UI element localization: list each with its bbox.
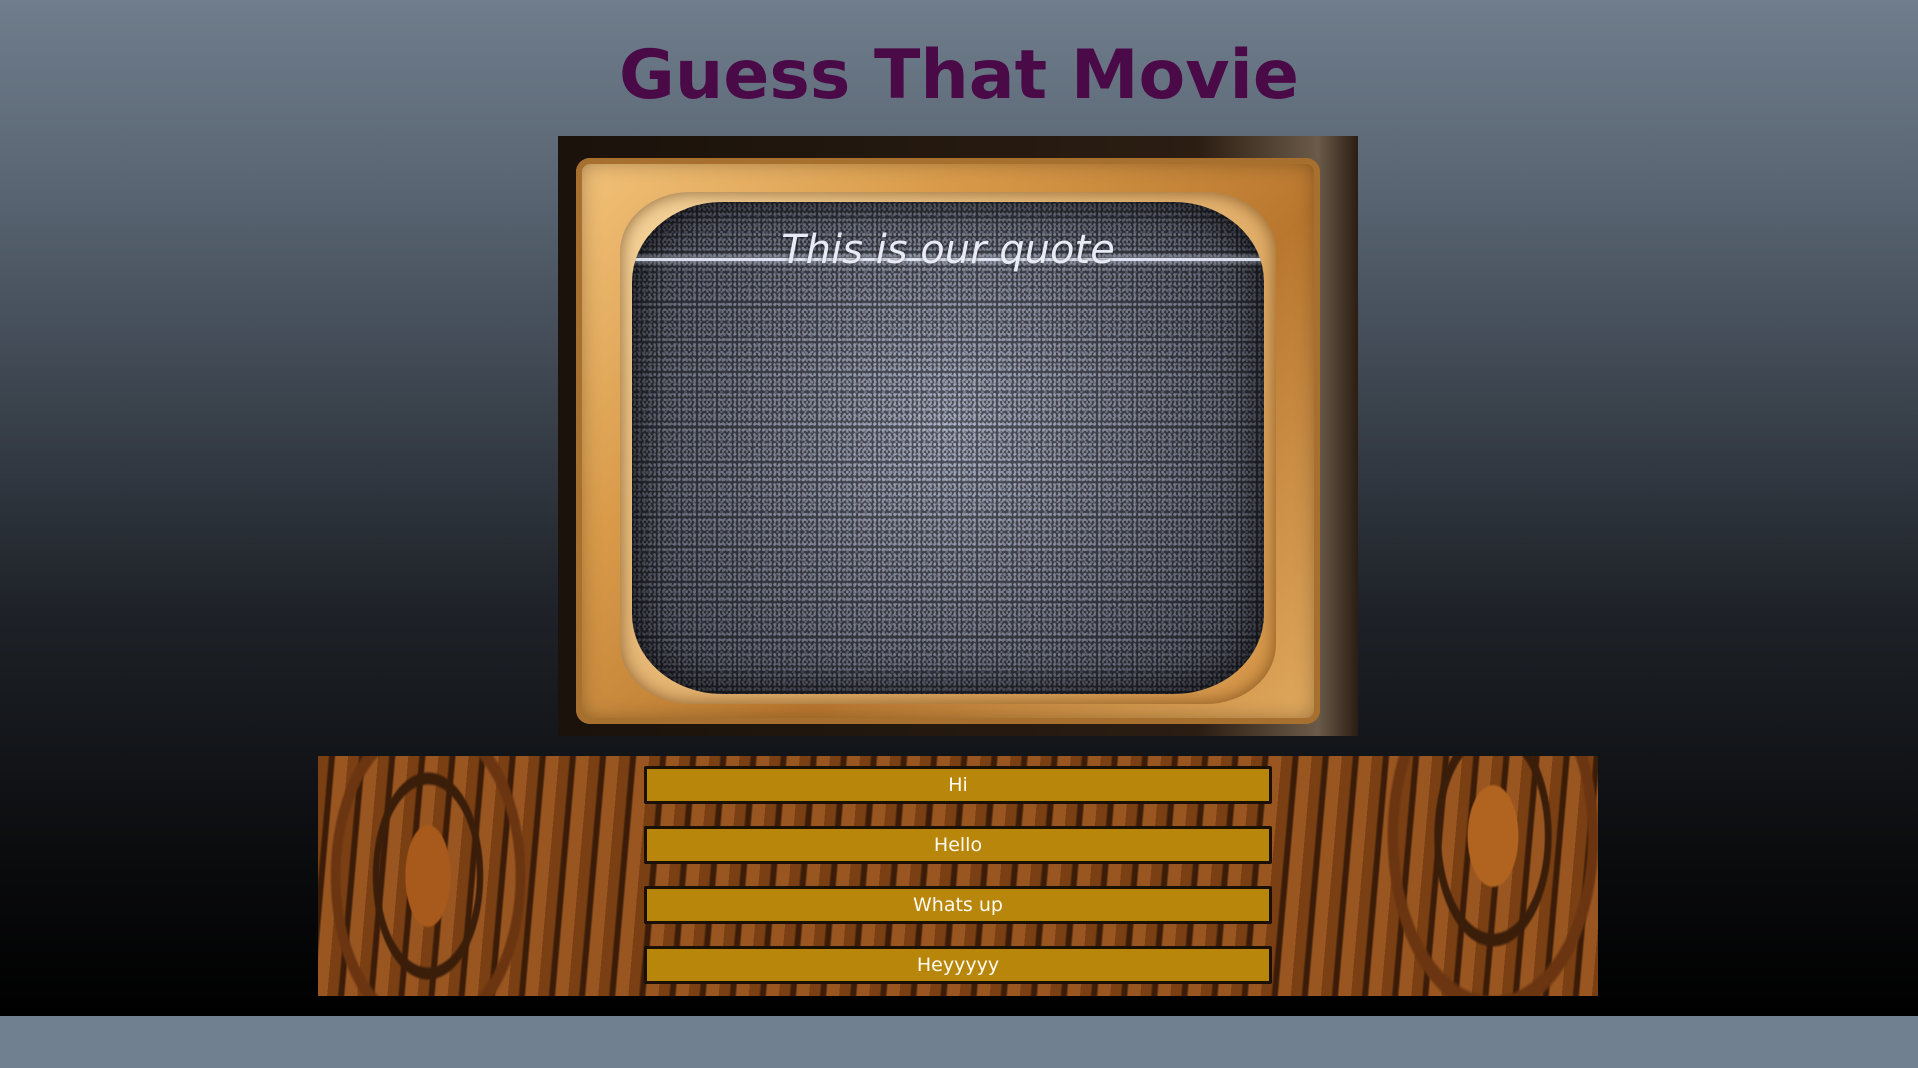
footer-band	[0, 1016, 1918, 1068]
wood-answer-panel: Hi Hello Whats up Heyyyyy	[318, 756, 1598, 996]
answer-button-1[interactable]: Hi	[644, 766, 1272, 804]
movie-quote: This is our quote	[781, 227, 1115, 273]
tv-frame: This is our quote	[576, 158, 1320, 724]
answer-button-4[interactable]: Heyyyyy	[644, 946, 1272, 984]
game-page: Guess That Movie This is our quote Hi He…	[0, 0, 1918, 1016]
tv-image: This is our quote	[558, 136, 1358, 736]
tv-static-screen: This is our quote	[632, 202, 1264, 694]
answer-button-3[interactable]: Whats up	[644, 886, 1272, 924]
tv-bezel: This is our quote	[620, 192, 1276, 704]
answer-list: Hi Hello Whats up Heyyyyy	[644, 766, 1272, 996]
page-title: Guess That Movie	[619, 36, 1299, 115]
answer-button-2[interactable]: Hello	[644, 826, 1272, 864]
